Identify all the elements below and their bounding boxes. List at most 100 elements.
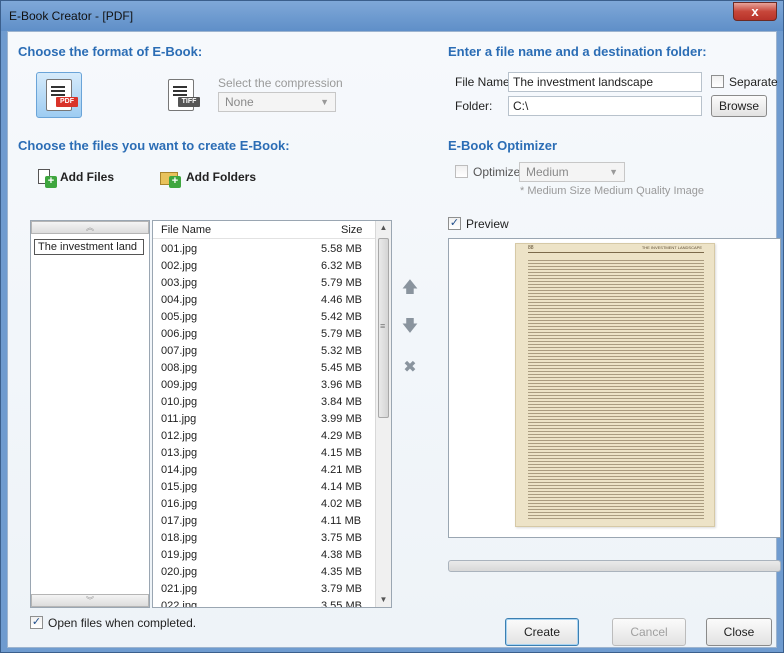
table-row[interactable]: 018.jpg 3.75 MB <box>153 530 375 547</box>
move-up-icon[interactable]: 🡅 <box>400 278 420 298</box>
compression-label: Select the compression <box>218 76 343 90</box>
remove-icon[interactable]: ✖ <box>400 358 420 378</box>
optimizer-note: * Medium Size Medium Quality Image <box>520 185 705 197</box>
file-name-cell: 010.jpg <box>161 396 198 408</box>
file-name-cell: 020.jpg <box>161 566 198 578</box>
table-row[interactable]: 013.jpg 4.15 MB <box>153 445 375 462</box>
file-size-cell: 3.55 MB <box>321 600 362 608</box>
file-name-cell: 002.jpg <box>161 260 198 272</box>
file-name-cell: 018.jpg <box>161 532 198 544</box>
file-name-cell: 003.jpg <box>161 277 198 289</box>
folder-item[interactable]: The investment land <box>34 239 144 255</box>
optimize-level-select[interactable]: Medium ▼ <box>519 162 625 182</box>
file-name-cell: 009.jpg <box>161 379 198 391</box>
table-row[interactable]: 003.jpg 5.79 MB <box>153 275 375 292</box>
folder-input[interactable]: C:\ <box>508 96 702 116</box>
open-when-completed-checkbox[interactable]: ✓ <box>30 616 43 629</box>
file-size-cell: 3.84 MB <box>321 396 362 408</box>
file-list[interactable]: File Name Size 001.jpg 5.58 MB 002.jpg 6.32… <box>152 220 392 608</box>
column-header-file-name[interactable]: File Name <box>161 224 211 236</box>
table-row[interactable]: 012.jpg 4.29 MB <box>153 428 375 445</box>
file-size-cell: 4.14 MB <box>321 481 362 493</box>
file-size-cell: 5.79 MB <box>321 277 362 289</box>
preview-pane: 88 THE INVESTMENT LANDSCAPE <box>448 238 781 538</box>
browse-button[interactable]: Browse <box>711 95 767 117</box>
pdf-file-icon: PDF <box>46 79 78 111</box>
separate-checkbox[interactable] <box>711 75 724 88</box>
file-size-cell: 6.32 MB <box>321 260 362 272</box>
close-button[interactable]: Close <box>706 618 772 646</box>
file-name-cell: 019.jpg <box>161 549 198 561</box>
move-down-icon[interactable]: 🡇 <box>400 317 420 337</box>
table-row[interactable]: 007.jpg 5.32 MB <box>153 343 375 360</box>
file-name-cell: 006.jpg <box>161 328 198 340</box>
folder-list[interactable]: ︽ The investment land ︾ <box>30 220 150 608</box>
file-name-cell: 013.jpg <box>161 447 198 459</box>
file-name-cell: 014.jpg <box>161 464 198 476</box>
window-close-button[interactable]: x <box>733 2 777 21</box>
table-row[interactable]: 002.jpg 6.32 MB <box>153 258 375 275</box>
file-size-cell: 4.35 MB <box>321 566 362 578</box>
table-row[interactable]: 009.jpg 3.96 MB <box>153 377 375 394</box>
table-row[interactable]: 005.jpg 5.42 MB <box>153 309 375 326</box>
folder-scroll-down-icon[interactable]: ︾ <box>31 594 149 607</box>
file-name-input[interactable]: The investment landscape <box>508 72 702 92</box>
page-number: 88 <box>528 245 534 251</box>
format-tiff-button[interactable]: TIFF <box>158 72 204 118</box>
chevron-down-icon: ▼ <box>320 97 329 107</box>
file-size-cell: 5.42 MB <box>321 311 362 323</box>
table-row[interactable]: 008.jpg 5.45 MB <box>153 360 375 377</box>
format-pdf-button[interactable]: PDF <box>36 72 82 118</box>
table-row[interactable]: 019.jpg 4.38 MB <box>153 547 375 564</box>
file-name-label: File Name: <box>455 75 514 89</box>
file-name-cell: 012.jpg <box>161 430 198 442</box>
file-name-cell: 007.jpg <box>161 345 198 357</box>
add-folders-icon[interactable]: + <box>160 168 182 188</box>
file-name-cell: 005.jpg <box>161 311 198 323</box>
file-name-cell: 017.jpg <box>161 515 198 527</box>
title-bar[interactable]: E-Book Creator - [PDF] x <box>1 1 783 31</box>
optimize-checkbox[interactable] <box>455 165 468 178</box>
file-name-cell: 008.jpg <box>161 362 198 374</box>
table-row[interactable]: 014.jpg 4.21 MB <box>153 462 375 479</box>
table-row[interactable]: 010.jpg 3.84 MB <box>153 394 375 411</box>
file-size-cell: 4.29 MB <box>321 430 362 442</box>
add-files-icon[interactable]: + <box>36 168 58 188</box>
file-size-cell: 4.38 MB <box>321 549 362 561</box>
file-size-cell: 5.79 MB <box>321 328 362 340</box>
file-name-cell: 022.jpg <box>161 600 198 608</box>
add-folders-button[interactable]: Add Folders <box>186 170 256 184</box>
preview-checkbox[interactable]: ✓ <box>448 217 461 230</box>
dialog-body: Choose the format of E-Book: PDF TIFF Se… <box>7 31 781 648</box>
table-row[interactable]: 016.jpg 4.02 MB <box>153 496 375 513</box>
optimize-level-value: Medium <box>526 165 569 179</box>
table-row[interactable]: 015.jpg 4.14 MB <box>153 479 375 496</box>
table-row[interactable]: 006.jpg 5.79 MB <box>153 326 375 343</box>
file-name-cell: 001.jpg <box>161 243 198 255</box>
add-files-button[interactable]: Add Files <box>60 170 114 184</box>
file-list-scrollbar[interactable]: ▲ ≡ ▼ <box>375 221 391 607</box>
file-list-header: File Name Size <box>153 221 375 239</box>
table-row[interactable]: 001.jpg 5.58 MB <box>153 241 375 258</box>
optimizer-section-title: E-Book Optimizer <box>448 138 558 153</box>
compression-select[interactable]: None ▼ <box>218 92 336 112</box>
table-row[interactable]: 011.jpg 3.99 MB <box>153 411 375 428</box>
file-name-cell: 015.jpg <box>161 481 198 493</box>
tiff-file-icon: TIFF <box>168 79 200 111</box>
cancel-button[interactable]: Cancel <box>612 618 686 646</box>
table-row[interactable]: 021.jpg 3.79 MB <box>153 581 375 598</box>
table-row[interactable]: 017.jpg 4.11 MB <box>153 513 375 530</box>
ebook-creator-window: E-Book Creator - [PDF] x Choose the form… <box>0 0 784 653</box>
file-name-cell: 016.jpg <box>161 498 198 510</box>
table-row[interactable]: 004.jpg 4.46 MB <box>153 292 375 309</box>
create-button[interactable]: Create <box>505 618 579 646</box>
scroll-up-icon[interactable]: ▲ <box>376 221 391 235</box>
files-section-title: Choose the files you want to create E-Bo… <box>18 138 290 153</box>
file-size-cell: 5.58 MB <box>321 243 362 255</box>
table-row[interactable]: 020.jpg 4.35 MB <box>153 564 375 581</box>
file-size-cell: 3.99 MB <box>321 413 362 425</box>
column-header-size[interactable]: Size <box>341 224 362 236</box>
table-row[interactable]: 022.jpg 3.55 MB <box>153 598 375 608</box>
folder-scroll-up-icon[interactable]: ︽ <box>31 221 149 234</box>
scroll-down-icon[interactable]: ▼ <box>376 593 391 607</box>
